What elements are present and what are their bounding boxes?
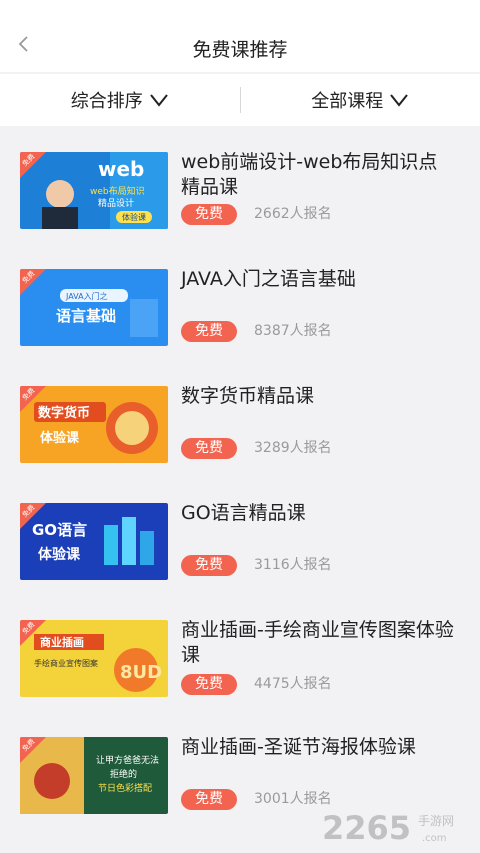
course-item[interactable]: web web布局知识 精品设计 体验课 免费 web前端设计-web布局知识点… — [0, 134, 480, 234]
course-list: web web布局知识 精品设计 体验课 免费 web前端设计-web布局知识点… — [0, 134, 480, 853]
course-title: JAVA入门之语言基础 — [181, 268, 356, 290]
course-thumbnail: GO语言 体验课 免费 — [20, 503, 168, 580]
thumb-line1: GO语言 — [32, 521, 87, 539]
watermark-number: 2265 — [322, 809, 411, 847]
free-badge: 免费 — [181, 555, 237, 576]
course-title: 商业插画-手绘商业宣传图案体验课 — [181, 619, 454, 666]
thumb-line2: 精品设计 — [98, 197, 134, 209]
course-item[interactable]: 数字货币 体验课 免费 数字货币精品课 免费 3289人报名 — [0, 368, 480, 468]
course-item[interactable]: 让甲方爸爸无法 拒绝的 节日色彩搭配 免费 商业插画-圣诞节海报体验课 免费 3… — [0, 719, 480, 819]
thumb-line2: 手绘商业宣传图案 — [34, 658, 98, 668]
thumb-line1: web布局知识 — [90, 185, 145, 197]
thumb-line3: 节日色彩搭配 — [98, 782, 152, 794]
course-title: web前端设计-web布局知识点精品课 — [181, 151, 438, 198]
enrolled-count: 2662人报名 — [254, 206, 332, 222]
course-thumbnail: 8UD 商业插画 手绘商业宣传图案 免费 — [20, 620, 168, 697]
free-badge: 免费 — [181, 789, 237, 810]
course-item[interactable]: JAVA入门之 语言基础 免费 JAVA入门之语言基础 免费 8387人报名 — [0, 251, 480, 351]
site-watermark-logo: 2265 手游网 .com — [322, 809, 454, 847]
free-badge: 免费 — [181, 674, 237, 695]
thumb-line2: 体验课 — [38, 546, 81, 563]
course-thumbnail: web web布局知识 精品设计 体验课 免费 — [20, 152, 168, 229]
free-badge: 免费 — [181, 204, 237, 225]
thumb-line1: 数字货币 — [38, 405, 90, 421]
thumb-big-text: 8UD — [120, 662, 162, 683]
sort-filter-label: 综合排序 — [70, 91, 143, 112]
enrolled-count: 3116人报名 — [254, 557, 332, 573]
thumb-line1: 商业插画 — [40, 635, 84, 649]
watermark-suffix: 手游网 — [418, 814, 454, 828]
category-filter-dropdown[interactable]: 全部课程 — [241, 87, 480, 113]
thumb-tag: 体验课 — [122, 212, 146, 222]
thumb-line2: 体验课 — [40, 430, 80, 446]
thumb-line2: 语言基础 — [56, 307, 116, 325]
chevron-left-icon[interactable] — [14, 34, 34, 54]
course-thumbnail: JAVA入门之 语言基础 免费 — [20, 269, 168, 346]
course-title: 商业插画-圣诞节海报体验课 — [181, 736, 416, 758]
course-thumbnail: 数字货币 体验课 免费 — [20, 386, 168, 463]
thumb-line2: 拒绝的 — [110, 768, 137, 780]
course-title: 数字货币精品课 — [181, 385, 315, 407]
free-badge: 免费 — [181, 321, 237, 342]
enrolled-count: 4475人报名 — [254, 676, 332, 692]
course-title: GO语言精品课 — [181, 502, 306, 524]
thumb-line1: JAVA入门之 — [65, 291, 108, 301]
free-badge: 免费 — [181, 438, 237, 459]
filter-bar: 综合排序 全部课程 — [0, 74, 480, 126]
enrolled-count: 3289人报名 — [254, 440, 332, 456]
category-filter-label: 全部课程 — [311, 91, 384, 112]
top-nav-bar: 免费课推荐 — [0, 0, 480, 72]
watermark-url: .com — [422, 833, 447, 844]
course-item[interactable]: GO语言 体验课 免费 GO语言精品课 免费 3116人报名 — [0, 485, 480, 585]
page-title: 免费课推荐 — [192, 38, 288, 61]
thumb-big-text: web — [98, 157, 144, 181]
thumb-line1: 让甲方爸爸无法 — [96, 754, 159, 766]
chevron-down-icon — [390, 94, 409, 107]
chevron-down-icon — [149, 94, 168, 107]
enrolled-count: 8387人报名 — [254, 323, 332, 339]
enrolled-count: 3001人报名 — [254, 791, 332, 807]
sort-filter-dropdown[interactable]: 综合排序 — [0, 87, 240, 113]
course-item[interactable]: 8UD 商业插画 手绘商业宣传图案 免费 商业插画-手绘商业宣传图案体验课 免费… — [0, 602, 480, 702]
course-thumbnail: 让甲方爸爸无法 拒绝的 节日色彩搭配 免费 — [20, 737, 168, 814]
